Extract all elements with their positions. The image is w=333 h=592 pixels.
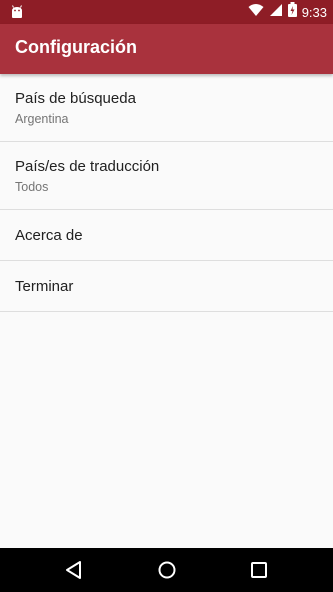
back-icon[interactable] <box>62 558 86 582</box>
status-time: 9:33 <box>301 4 327 20</box>
setting-title: Terminar <box>15 278 74 295</box>
setting-about[interactable]: Acerca de <box>0 210 333 261</box>
signal-icon <box>269 3 283 22</box>
settings-list: País de búsqueda Argentina País/es de tr… <box>0 74 333 312</box>
page-title: Configuración <box>15 37 137 57</box>
home-icon[interactable] <box>155 558 179 582</box>
app-bar: Configuración <box>0 24 333 74</box>
setting-title: Acerca de <box>15 227 83 244</box>
setting-exit[interactable]: Terminar <box>0 261 333 312</box>
navigation-bar <box>0 548 333 592</box>
setting-search-country[interactable]: País de búsqueda Argentina <box>0 74 333 142</box>
android-icon <box>9 4 25 20</box>
setting-translation-countries[interactable]: País/es de traducción Todos <box>0 142 333 210</box>
setting-summary: Todos <box>15 180 49 194</box>
status-bar: 9:33 <box>0 0 333 24</box>
setting-title: País/es de traducción <box>15 158 160 175</box>
battery-icon <box>287 2 297 22</box>
wifi-icon <box>248 3 264 22</box>
setting-summary: Argentina <box>15 112 69 126</box>
setting-title: País de búsqueda <box>15 90 136 107</box>
recents-icon[interactable] <box>247 558 271 582</box>
